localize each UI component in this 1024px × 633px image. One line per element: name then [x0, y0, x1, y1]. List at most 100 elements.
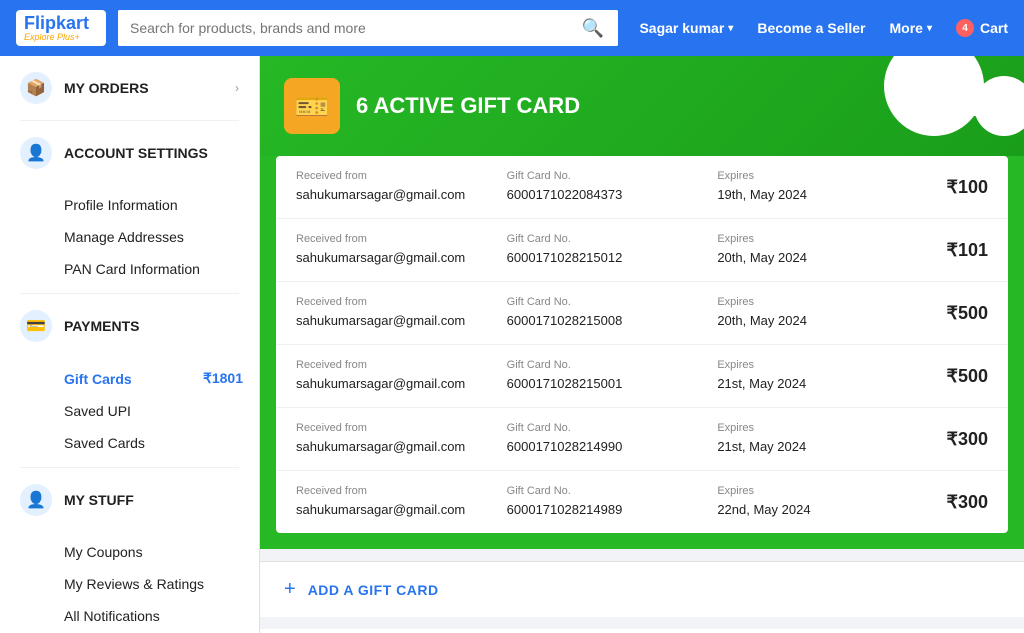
- account-icon: 👤: [20, 137, 52, 169]
- my-stuff-icon: 👤: [20, 484, 52, 516]
- expires-value: 21st, May 2024: [717, 376, 806, 391]
- my-stuff-label: MY STUFF: [64, 492, 239, 508]
- card-no-value: 6000171028215008: [507, 313, 623, 328]
- sidebar-item-pan[interactable]: PAN Card Information: [64, 253, 259, 285]
- received-from-field: Received from sahukumarsagar@gmail.com: [296, 296, 499, 330]
- sidebar-item-addresses[interactable]: Manage Addresses: [64, 221, 259, 253]
- logo-title: Flipkart: [24, 14, 98, 32]
- expires-field: Expires 21st, May 2024: [717, 359, 920, 393]
- gift-card-row: Received from sahukumarsagar@gmail.com G…: [276, 156, 1008, 219]
- gift-cards-header-left: 🎫 6 ACTIVE GIFT CARD: [284, 78, 580, 134]
- sidebar-item-my-stuff[interactable]: 👤 MY STUFF: [0, 468, 259, 532]
- orders-label: MY ORDERS: [64, 80, 223, 96]
- gift-cards-header: 🎫 6 ACTIVE GIFT CARD ₹1801: [260, 56, 1024, 156]
- main-layout: 📦 MY ORDERS › 👤 ACCOUNT SETTINGS Profile…: [0, 56, 1024, 633]
- search-input[interactable]: [118, 10, 568, 46]
- user-menu[interactable]: Sagar kumar ▾: [639, 20, 733, 36]
- expires-field: Expires 22nd, May 2024: [717, 485, 920, 519]
- sidebar-item-gift-cards[interactable]: Gift Cards ₹1801: [64, 362, 259, 395]
- sidebar-item-coupons[interactable]: My Coupons: [64, 536, 259, 568]
- card-no-label: Gift Card No.: [507, 233, 710, 245]
- add-icon: +: [284, 578, 296, 601]
- card-no-field: Gift Card No. 6000171028215008: [507, 296, 710, 330]
- received-from-label: Received from: [296, 485, 499, 497]
- orders-icon: 📦: [20, 72, 52, 104]
- sidebar-section-orders: 📦 MY ORDERS ›: [0, 56, 259, 120]
- gift-card-row: Received from sahukumarsagar@gmail.com G…: [276, 408, 1008, 471]
- expires-label: Expires: [717, 170, 920, 182]
- expires-label: Expires: [717, 359, 920, 371]
- user-menu-caret: ▾: [728, 23, 733, 34]
- payments-icon: 💳: [20, 310, 52, 342]
- expires-value: 22nd, May 2024: [717, 502, 810, 517]
- my-stuff-sub-items: My Coupons My Reviews & Ratings All Noti…: [0, 532, 259, 633]
- header-nav: Sagar kumar ▾ Become a Seller More ▾ 4 C…: [639, 19, 1008, 37]
- card-no-label: Gift Card No.: [507, 422, 710, 434]
- received-from-field: Received from sahukumarsagar@gmail.com: [296, 422, 499, 456]
- bg-decoration-2: [974, 76, 1024, 136]
- card-amount: ₹500: [928, 366, 988, 387]
- gift-card-row: Received from sahukumarsagar@gmail.com G…: [276, 345, 1008, 408]
- logo[interactable]: Flipkart Explore Plus+: [16, 10, 106, 46]
- received-from-label: Received from: [296, 170, 499, 182]
- sidebar-item-saved-upi[interactable]: Saved UPI: [64, 395, 259, 427]
- received-from-field: Received from sahukumarsagar@gmail.com: [296, 359, 499, 393]
- gift-cards-container: Received from sahukumarsagar@gmail.com G…: [260, 156, 1024, 549]
- become-seller-link[interactable]: Become a Seller: [757, 20, 865, 36]
- bg-decoration-1: [884, 56, 984, 136]
- account-sub-items: Profile Information Manage Addresses PAN…: [0, 185, 259, 293]
- card-amount: ₹300: [928, 492, 988, 513]
- received-from-label: Received from: [296, 422, 499, 434]
- received-from-label: Received from: [296, 359, 499, 371]
- payments-sub-items: Gift Cards ₹1801 Saved UPI Saved Cards: [0, 358, 259, 467]
- sidebar-item-reviews[interactable]: My Reviews & Ratings: [64, 568, 259, 600]
- card-no-value: 6000171028215012: [507, 250, 623, 265]
- card-no-label: Gift Card No.: [507, 170, 710, 182]
- sidebar-item-saved-cards[interactable]: Saved Cards: [64, 427, 259, 459]
- expires-field: Expires 19th, May 2024: [717, 170, 920, 204]
- user-name: Sagar kumar: [639, 20, 724, 36]
- received-from-field: Received from sahukumarsagar@gmail.com: [296, 485, 499, 519]
- card-amount: ₹300: [928, 429, 988, 450]
- expires-label: Expires: [717, 422, 920, 434]
- sidebar-item-notifications[interactable]: All Notifications: [64, 600, 259, 632]
- sidebar-item-my-orders[interactable]: 📦 MY ORDERS ›: [0, 56, 259, 120]
- sidebar-item-payments[interactable]: 💳 PAYMENTS: [0, 294, 259, 358]
- gift-card-row: Received from sahukumarsagar@gmail.com G…: [276, 219, 1008, 282]
- received-from-value: sahukumarsagar@gmail.com: [296, 250, 465, 265]
- received-from-value: sahukumarsagar@gmail.com: [296, 439, 465, 454]
- sidebar-item-account-settings[interactable]: 👤 ACCOUNT SETTINGS: [0, 121, 259, 185]
- buy-section: Buy a Flipkart Gift Card Issued by Qwikc…: [260, 629, 1024, 633]
- gift-card-icon: 🎫: [284, 78, 340, 134]
- received-from-field: Received from sahukumarsagar@gmail.com: [296, 170, 499, 204]
- active-gift-card-label: 6 ACTIVE GIFT CARD: [356, 93, 580, 119]
- sidebar-section-payments: 💳 PAYMENTS Gift Cards ₹1801 Saved UPI Sa…: [0, 294, 259, 467]
- expires-value: 20th, May 2024: [717, 250, 807, 265]
- expires-value: 21st, May 2024: [717, 439, 806, 454]
- cart-button[interactable]: 4 Cart: [956, 19, 1008, 37]
- gift-cards-amount: ₹1801: [203, 370, 243, 387]
- expires-field: Expires 20th, May 2024: [717, 296, 920, 330]
- card-no-field: Gift Card No. 6000171028214989: [507, 485, 710, 519]
- add-gift-card-section[interactable]: + ADD A GIFT CARD: [260, 561, 1024, 617]
- received-from-label: Received from: [296, 233, 499, 245]
- card-amount: ₹101: [928, 240, 988, 261]
- sidebar-item-profile[interactable]: Profile Information: [64, 189, 259, 221]
- search-icon: 🔍: [582, 18, 604, 39]
- card-no-label: Gift Card No.: [507, 296, 710, 308]
- orders-arrow-icon: ›: [235, 81, 239, 95]
- search-button[interactable]: 🔍: [568, 10, 618, 46]
- card-no-field: Gift Card No. 6000171028214990: [507, 422, 710, 456]
- main-content: 🎫 6 ACTIVE GIFT CARD ₹1801 Received from…: [260, 56, 1024, 633]
- received-from-field: Received from sahukumarsagar@gmail.com: [296, 233, 499, 267]
- account-settings-label: ACCOUNT SETTINGS: [64, 145, 239, 161]
- card-no-value: 6000171028214989: [507, 502, 623, 517]
- gift-card-row: Received from sahukumarsagar@gmail.com G…: [276, 471, 1008, 533]
- card-no-field: Gift Card No. 6000171028215001: [507, 359, 710, 393]
- received-from-label: Received from: [296, 296, 499, 308]
- received-from-value: sahukumarsagar@gmail.com: [296, 502, 465, 517]
- card-no-label: Gift Card No.: [507, 485, 710, 497]
- card-no-field: Gift Card No. 6000171028215012: [507, 233, 710, 267]
- more-menu[interactable]: More ▾: [890, 20, 932, 36]
- card-no-value: 6000171022084373: [507, 187, 623, 202]
